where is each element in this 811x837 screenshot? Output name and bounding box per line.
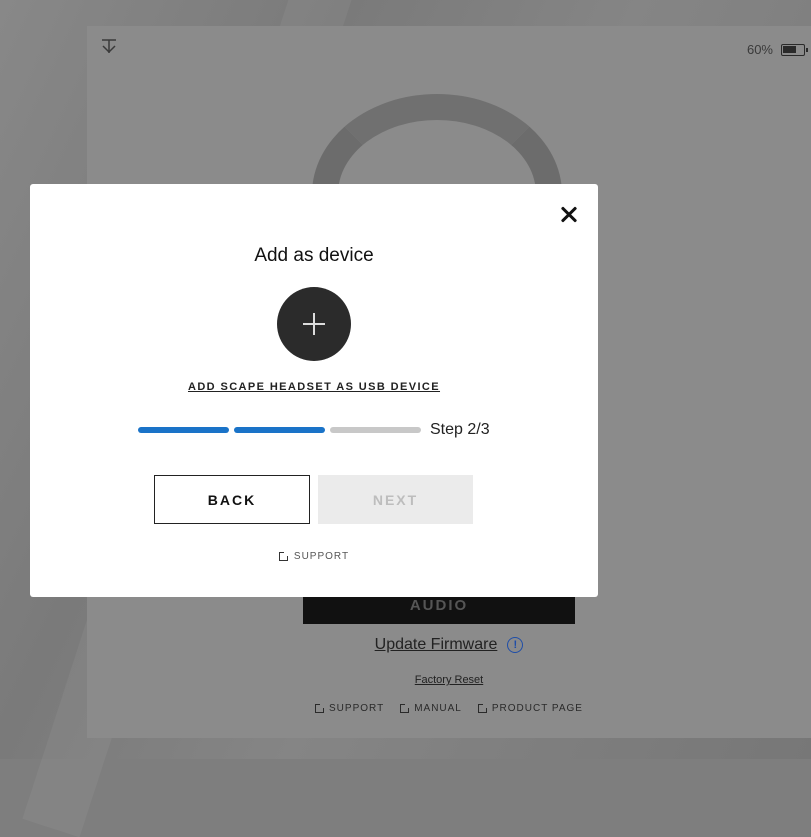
manual-link-label: MANUAL xyxy=(414,703,462,714)
download-arrow-icon[interactable] xyxy=(99,36,119,56)
update-firmware-row: Update Firmware ! xyxy=(87,636,811,654)
panel-footer-links: SUPPORT MANUAL PRODUCT PAGE xyxy=(87,703,811,714)
manual-link[interactable]: MANUAL xyxy=(400,703,462,714)
plus-icon[interactable] xyxy=(277,287,351,361)
modal-support-link[interactable]: SUPPORT xyxy=(30,551,598,562)
add-device-modal: Add as device ADD SCAPE HEADSET AS USB D… xyxy=(30,184,598,597)
back-button[interactable]: BACK xyxy=(154,475,310,524)
support-link[interactable]: SUPPORT xyxy=(315,703,384,714)
battery-status: 60% xyxy=(746,42,808,57)
external-link-icon xyxy=(477,703,488,713)
factory-reset-link[interactable]: Factory Reset xyxy=(87,674,811,686)
step-progress: Step 2/3 xyxy=(138,421,490,439)
support-link-label: SUPPORT xyxy=(329,703,385,714)
modal-title: Add as device xyxy=(254,245,374,266)
external-link-icon xyxy=(315,703,326,713)
battery-percent: 60% xyxy=(746,42,773,57)
step-label: Step 2/3 xyxy=(430,421,490,438)
battery-icon xyxy=(781,43,808,56)
progress-segment-2 xyxy=(234,427,325,433)
add-usb-device-link[interactable]: ADD SCAPE HEADSET AS USB DEVICE xyxy=(30,381,598,393)
external-link-icon xyxy=(278,551,289,561)
progress-segment-3 xyxy=(330,427,421,433)
next-button[interactable]: NEXT xyxy=(318,475,473,524)
modal-support-label: SUPPORT xyxy=(293,551,350,562)
info-icon[interactable]: ! xyxy=(507,637,524,653)
close-icon[interactable] xyxy=(556,202,582,228)
progress-segment-1 xyxy=(138,427,229,433)
product-page-link[interactable]: PRODUCT PAGE xyxy=(477,703,583,714)
update-firmware-link[interactable]: Update Firmware xyxy=(375,636,498,654)
external-link-icon xyxy=(400,703,411,713)
product-page-link-label: PRODUCT PAGE xyxy=(491,703,583,714)
